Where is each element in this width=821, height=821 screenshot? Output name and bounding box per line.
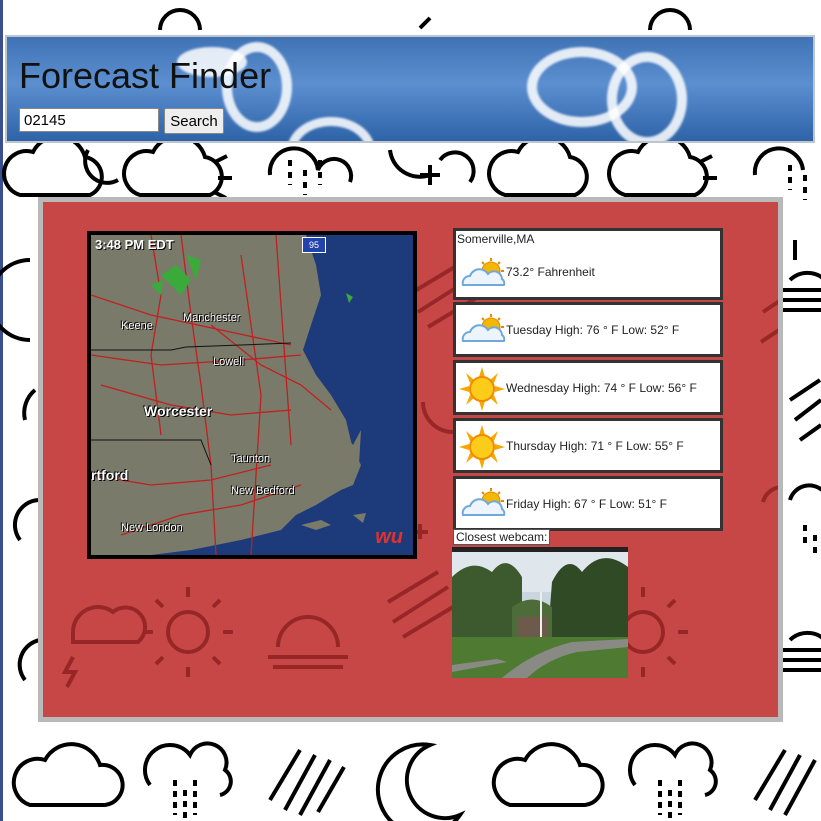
current-conditions-card: Somerville,MA 73.2° Fahrenheit [453,228,723,300]
forecast-text: Friday High: 67 ° F Low: 51° F [506,497,667,511]
radar-timestamp: 3:48 PM EDT [95,237,174,252]
webcam-image[interactable] [452,547,628,678]
weather-underground-logo: wu [375,526,403,548]
interstate-95-sign: 95 [302,237,326,253]
webcam-label: Closest webcam: [453,529,551,545]
webcam-photo [452,547,628,678]
city-label: Manchester [183,312,241,324]
search-button[interactable]: Search [164,108,224,134]
partly-cloudy-icon [461,314,506,342]
weather-panel: 3:48 PM EDT 95 Keene Manchester Lowell W… [38,197,783,722]
city-label: rtford [91,467,129,483]
radar-map[interactable]: 3:48 PM EDT 95 Keene Manchester Lowell W… [87,231,417,559]
current-temperature: 73.2° Fahrenheit [506,265,595,279]
city-label: Lowell [213,356,245,368]
partly-cloudy-icon [461,258,506,286]
city-label: Keene [121,320,153,332]
forecast-card-wednesday: Wednesday High: 74 ° F Low: 56° F [453,360,723,415]
partly-cloudy-icon [461,488,506,516]
city-label: New Bedford [231,485,295,497]
location-label: Somerville,MA [457,232,535,246]
city-label: New London [121,522,183,534]
cloud-decoration [287,117,375,141]
city-label: Worcester [144,403,213,419]
forecast-text: Wednesday High: 74 ° F Low: 56° F [506,381,697,395]
sunny-icon [459,367,505,411]
radar-map-image [91,235,413,555]
page-title: Forecast Finder [19,55,272,96]
forecast-text: Tuesday High: 76 ° F Low: 52° F [506,323,680,337]
zip-code-input[interactable] [19,108,159,132]
forecast-card-tuesday: Tuesday High: 76 ° F Low: 52° F [453,302,723,357]
header-banner: Forecast Finder Search [5,35,815,143]
cloud-decoration [607,52,687,141]
forecast-card-thursday: Thursday High: 71 ° F Low: 55° F [453,418,723,473]
forecast-text: Thursday High: 71 ° F Low: 55° F [506,439,684,453]
forecast-card-friday: Friday High: 67 ° F Low: 51° F [453,476,723,531]
sunny-icon [459,425,505,469]
city-label: Taunton [231,453,271,465]
